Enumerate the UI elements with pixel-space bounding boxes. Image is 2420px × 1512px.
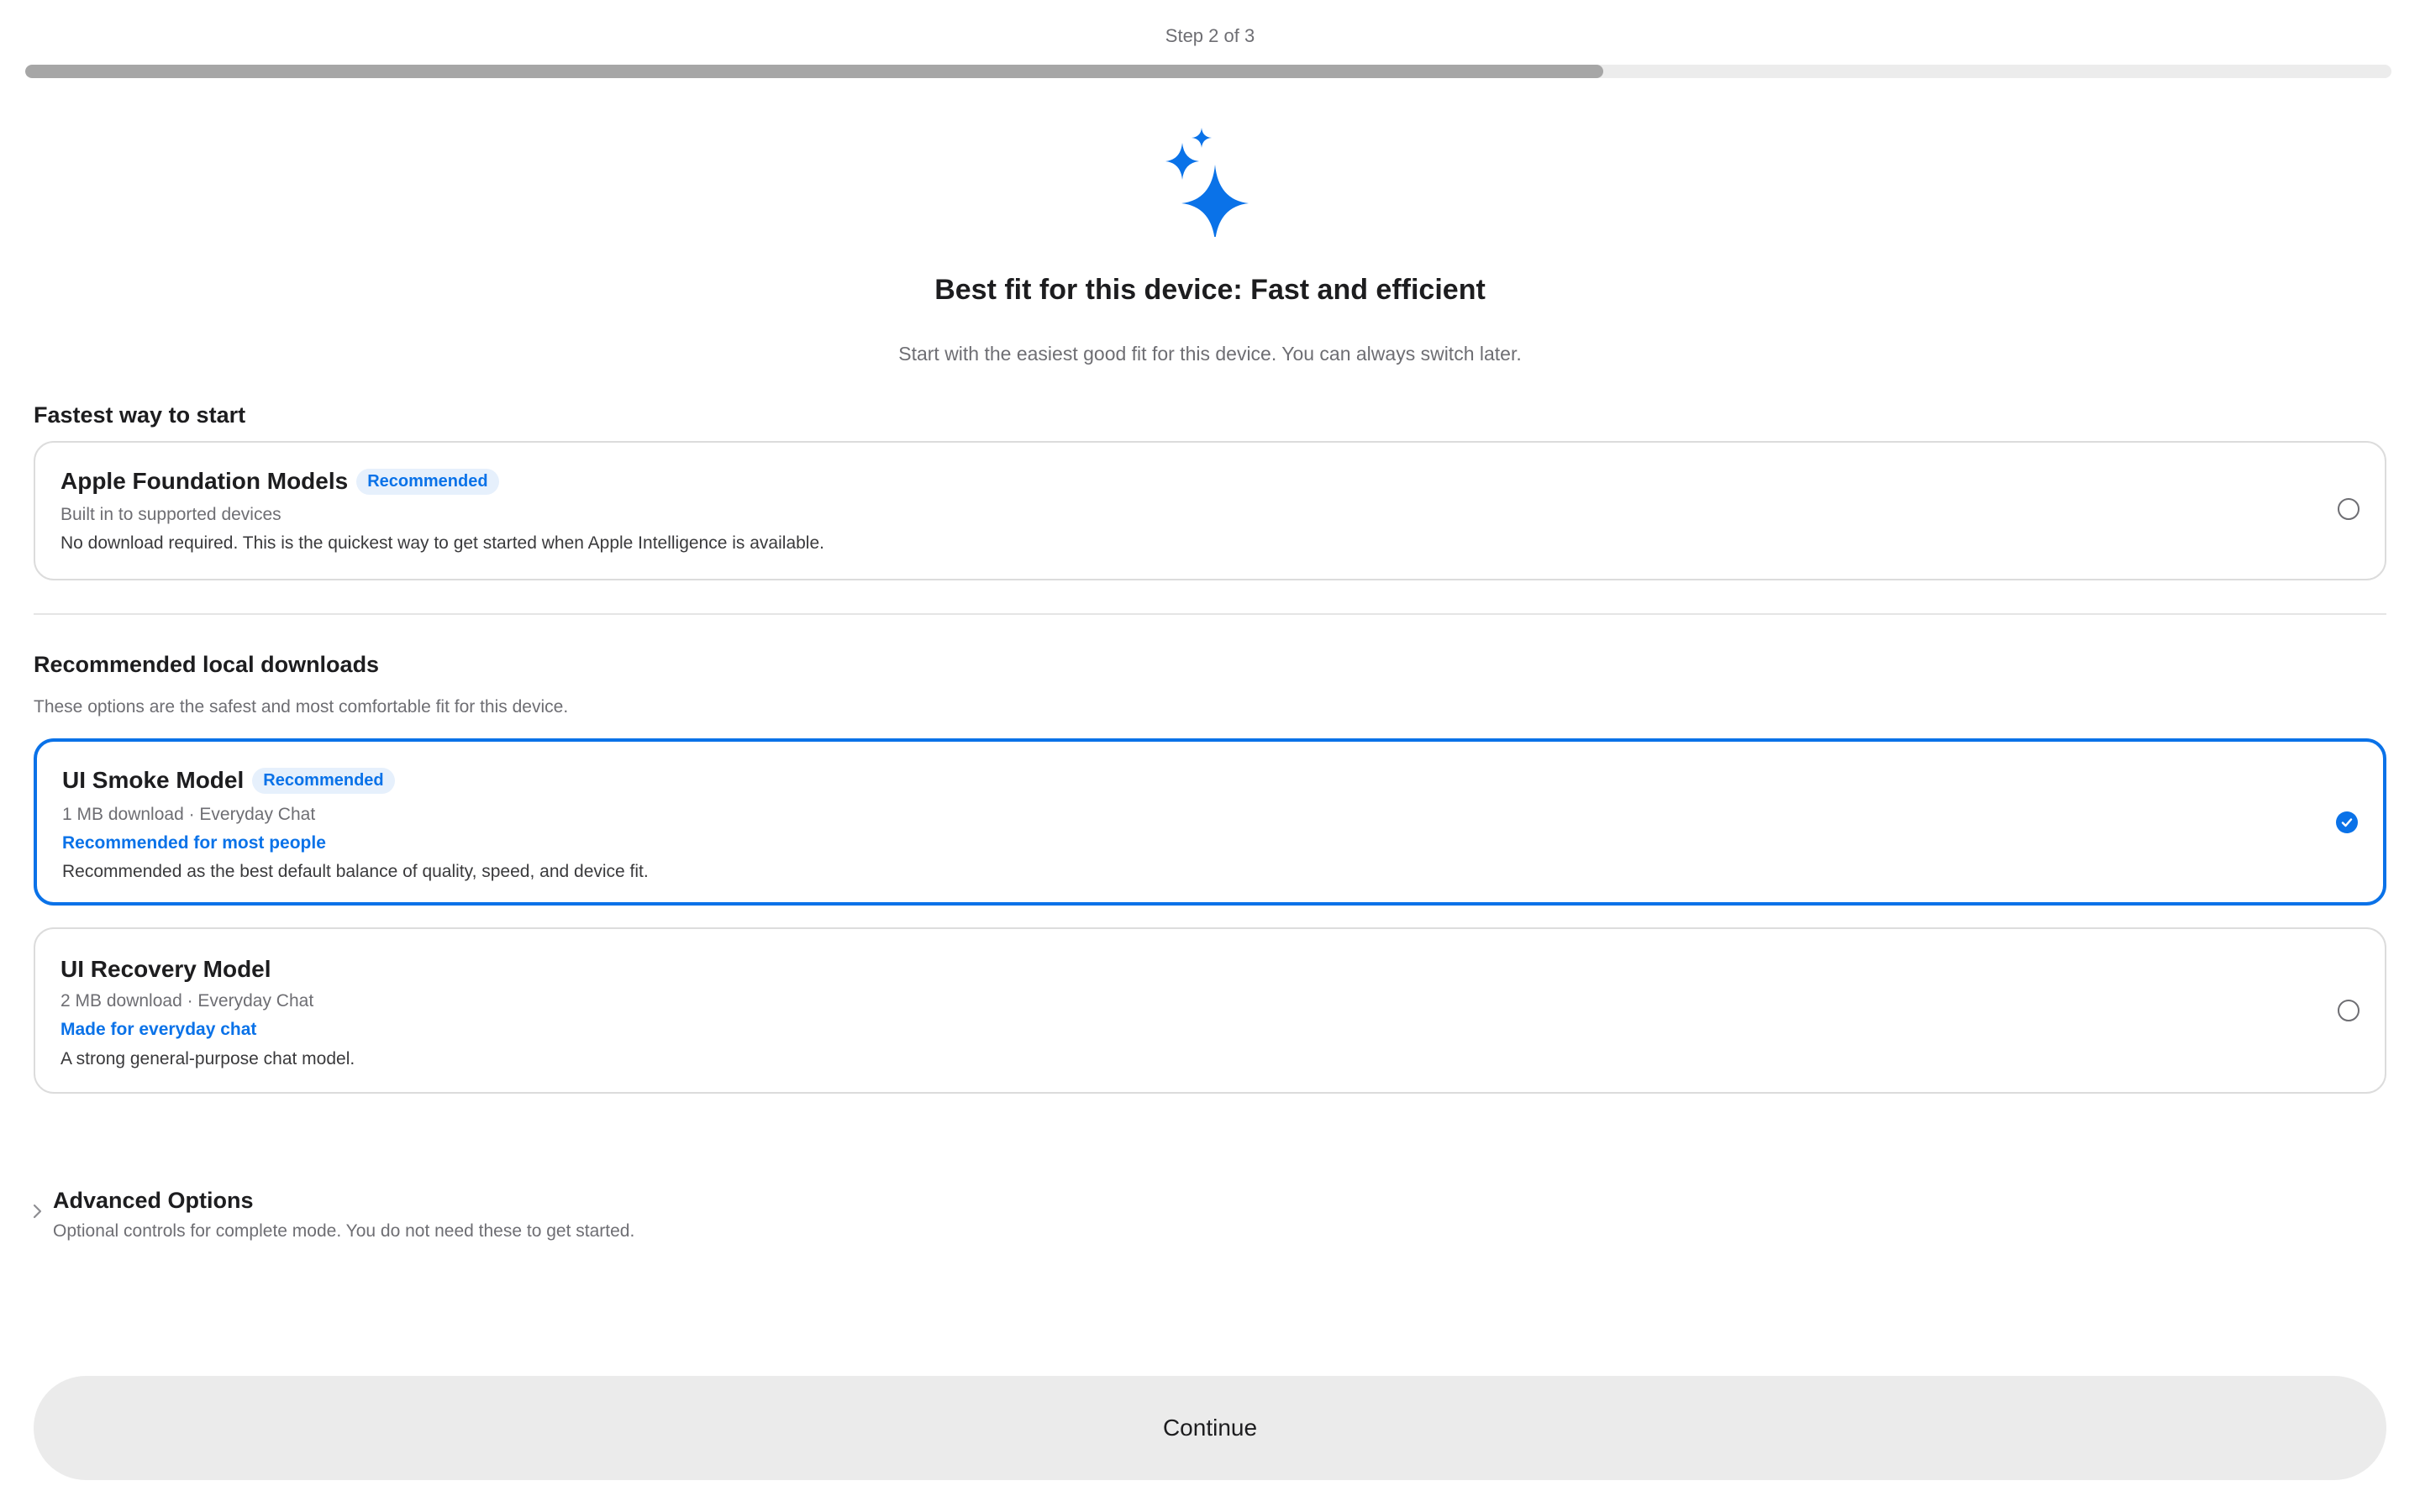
model-meta: 2 MB download · Everyday Chat (60, 991, 314, 1011)
model-meta: Built in to supported devices (60, 505, 281, 524)
continue-button[interactable]: Continue (34, 1376, 2386, 1480)
section-title-fastest: Fastest way to start (34, 402, 246, 428)
advanced-options-description: Optional controls for complete mode. You… (53, 1221, 635, 1241)
radio-button[interactable] (2338, 1000, 2360, 1021)
model-title: UI Smoke Model (62, 767, 245, 793)
sparkles-icon (1160, 126, 1260, 242)
model-title: UI Recovery Model (60, 956, 271, 982)
model-highlight: Made for everyday chat (60, 1020, 257, 1039)
step-indicator: Step 2 of 3 (1165, 25, 1255, 46)
checkmark-icon (2341, 818, 2353, 827)
recommended-badge: Recommended (356, 469, 499, 495)
progress-bar-fill (25, 65, 1604, 78)
model-title: Apple Foundation Models (60, 468, 349, 494)
section-divider (34, 613, 2386, 615)
progress-bar (25, 65, 2391, 78)
radio-button-checked[interactable] (2336, 811, 2358, 833)
model-description: No download required. This is the quicke… (60, 533, 824, 553)
model-card-apple-foundation[interactable]: Apple Foundation Models Recommended Built… (34, 441, 2386, 580)
model-highlight: Recommended for most people (62, 833, 326, 853)
model-description: A strong general-purpose chat model. (60, 1049, 355, 1068)
recommended-badge: Recommended (252, 768, 395, 794)
section-description-downloads: These options are the safest and most co… (34, 697, 569, 717)
model-description: Recommended as the best default balance … (62, 862, 649, 881)
advanced-options-toggle[interactable]: Advanced Options (53, 1188, 254, 1214)
chevron-right-icon[interactable] (32, 1202, 44, 1221)
radio-button[interactable] (2338, 498, 2360, 520)
model-card-ui-smoke[interactable]: UI Smoke Model Recommended 1 MB download … (34, 738, 2386, 906)
model-meta: 1 MB download · Everyday Chat (62, 805, 316, 824)
model-title-row: UI Smoke Model Recommended (62, 767, 395, 794)
page-title: Best fit for this device: Fast and effic… (934, 274, 1486, 306)
page-subtitle: Start with the easiest good fit for this… (898, 343, 1522, 365)
model-card-ui-recovery[interactable]: UI Recovery Model 2 MB download · Everyd… (34, 927, 2386, 1094)
section-title-downloads: Recommended local downloads (34, 652, 380, 677)
model-title-row: Apple Foundation Models Recommended (60, 468, 499, 495)
